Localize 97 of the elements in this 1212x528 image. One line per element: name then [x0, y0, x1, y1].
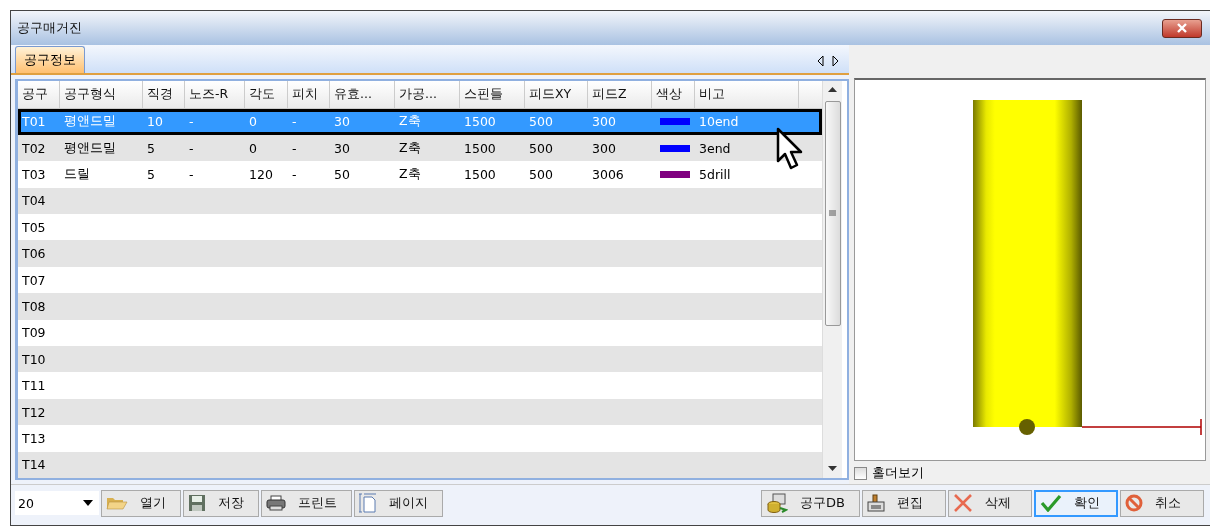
table-cell: 300	[592, 140, 616, 156]
delete-button[interactable]: 삭제	[948, 489, 1032, 517]
table-row[interactable]: T08	[18, 293, 822, 320]
table-cell: T08	[22, 298, 46, 314]
table-cell: T09	[22, 325, 46, 341]
table-cell: 10	[147, 114, 163, 130]
table-cell: T14	[22, 457, 46, 473]
table-cell: T02	[22, 140, 46, 156]
table-cell: 30	[334, 114, 350, 130]
table-cell: T01	[22, 114, 46, 130]
delete-icon	[953, 494, 973, 512]
table-cell: 0	[249, 140, 257, 156]
close-button[interactable]	[1162, 18, 1202, 38]
tab[interactable]: 공구정보	[15, 45, 85, 73]
column-header[interactable]: 피치	[288, 80, 330, 108]
column-header[interactable]: 피드Z	[588, 80, 652, 108]
table-cell: 500	[529, 114, 553, 130]
table-cell: T03	[22, 167, 46, 182]
column-header[interactable]: 색상	[652, 80, 695, 108]
column-header[interactable]: 가공...	[395, 80, 460, 108]
table-cell: -	[292, 114, 297, 130]
table-cell: 평앤드밀	[64, 139, 116, 157]
printer-icon	[266, 495, 286, 511]
table-cell: 10end	[699, 114, 739, 130]
page-button[interactable]: 페이지	[354, 489, 443, 517]
edit-icon	[867, 494, 885, 512]
scroll-arrows-icon[interactable]	[817, 55, 839, 67]
table-cell: 0	[249, 114, 257, 130]
checkbox[interactable]	[854, 467, 867, 480]
table-cell: 50	[334, 167, 350, 182]
table-row[interactable]: T14	[18, 451, 822, 478]
database-icon	[766, 493, 789, 513]
table-cell: 3end	[699, 140, 731, 156]
table-cell: Z축	[399, 139, 421, 157]
table-cell: 1500	[464, 114, 496, 130]
table-cell: -	[189, 140, 194, 156]
scroll-down-icon[interactable]	[828, 466, 837, 472]
window-title: 공구매거진	[17, 19, 82, 37]
table-cell: 드릴	[64, 166, 90, 183]
table-cell: 5	[147, 140, 155, 156]
table-cell: 300	[592, 114, 616, 130]
folder-icon	[106, 495, 128, 511]
column-header[interactable]: 유효...	[330, 80, 395, 108]
ok-button[interactable]: 확인	[1034, 489, 1118, 517]
table-cell: T05	[22, 219, 46, 235]
table-row[interactable]: T02 평앤드밀 5 - 0 - 30 Z축 1500 500 300 3end	[18, 134, 822, 162]
table-cell: T13	[22, 430, 46, 446]
page-size-dropdown[interactable]: 20	[15, 491, 99, 515]
scroll-up-icon[interactable]	[828, 86, 837, 93]
table-cell: 500	[529, 140, 553, 156]
column-header[interactable]: 공구형식	[60, 80, 143, 108]
save-button[interactable]: 저장	[183, 489, 259, 517]
table-cell: Z축	[399, 166, 421, 183]
table-cell: 1500	[464, 167, 496, 182]
table-cell: 3006	[592, 167, 624, 182]
checkbox-label: 홀더보기	[872, 465, 924, 482]
column-header[interactable]: 노즈-R	[185, 80, 245, 108]
cancel-icon	[1125, 494, 1143, 512]
table-row[interactable]: T12	[18, 398, 822, 426]
table-row[interactable]: T10	[18, 346, 822, 373]
column-header[interactable]: 각도	[245, 80, 288, 108]
open-button[interactable]: 열기	[101, 489, 181, 517]
table-cell: 30	[334, 140, 350, 156]
print-button[interactable]: 프린트	[261, 489, 352, 517]
table-cell: 평앤드밀	[64, 113, 116, 131]
table-cell: T10	[22, 351, 46, 367]
table-cell: 5drill	[699, 167, 731, 182]
column-header[interactable]: 공구	[18, 80, 60, 108]
checkmark-icon	[1040, 494, 1062, 512]
table-row[interactable]: T06	[18, 240, 822, 267]
column-header[interactable]: 직경	[143, 80, 185, 108]
table-cell: -	[292, 167, 297, 182]
table-cell: -	[189, 114, 194, 130]
table-cell: T07	[22, 272, 46, 288]
column-header[interactable]: 비고	[695, 80, 799, 108]
table-cell: T12	[22, 404, 46, 420]
db-button[interactable]: 공구DB	[761, 489, 860, 517]
column-header[interactable]: 스핀들	[460, 80, 525, 108]
table-cell: -	[292, 140, 297, 156]
column-header[interactable]: 피드XY	[525, 80, 588, 108]
table-cell: Z축	[399, 113, 421, 131]
table-cell: -	[189, 167, 194, 182]
dropdown-caret-icon	[83, 500, 93, 506]
table-cell: T06	[22, 246, 46, 262]
table-cell: T04	[22, 193, 46, 209]
page-icon	[359, 493, 377, 513]
grip-icon	[829, 210, 836, 217]
vertical-scrollbar[interactable]	[822, 80, 842, 478]
table-cell: 5	[147, 167, 155, 182]
table-cell: 120	[249, 167, 273, 182]
table-cell: 1500	[464, 140, 496, 156]
table-cell: 500	[529, 167, 553, 182]
table-cell: T11	[22, 378, 46, 394]
edit-button[interactable]: 편집	[862, 489, 946, 517]
cancel-button[interactable]: 취소	[1120, 489, 1204, 517]
table-row[interactable]: T04	[18, 187, 822, 215]
close-icon	[1176, 23, 1188, 33]
